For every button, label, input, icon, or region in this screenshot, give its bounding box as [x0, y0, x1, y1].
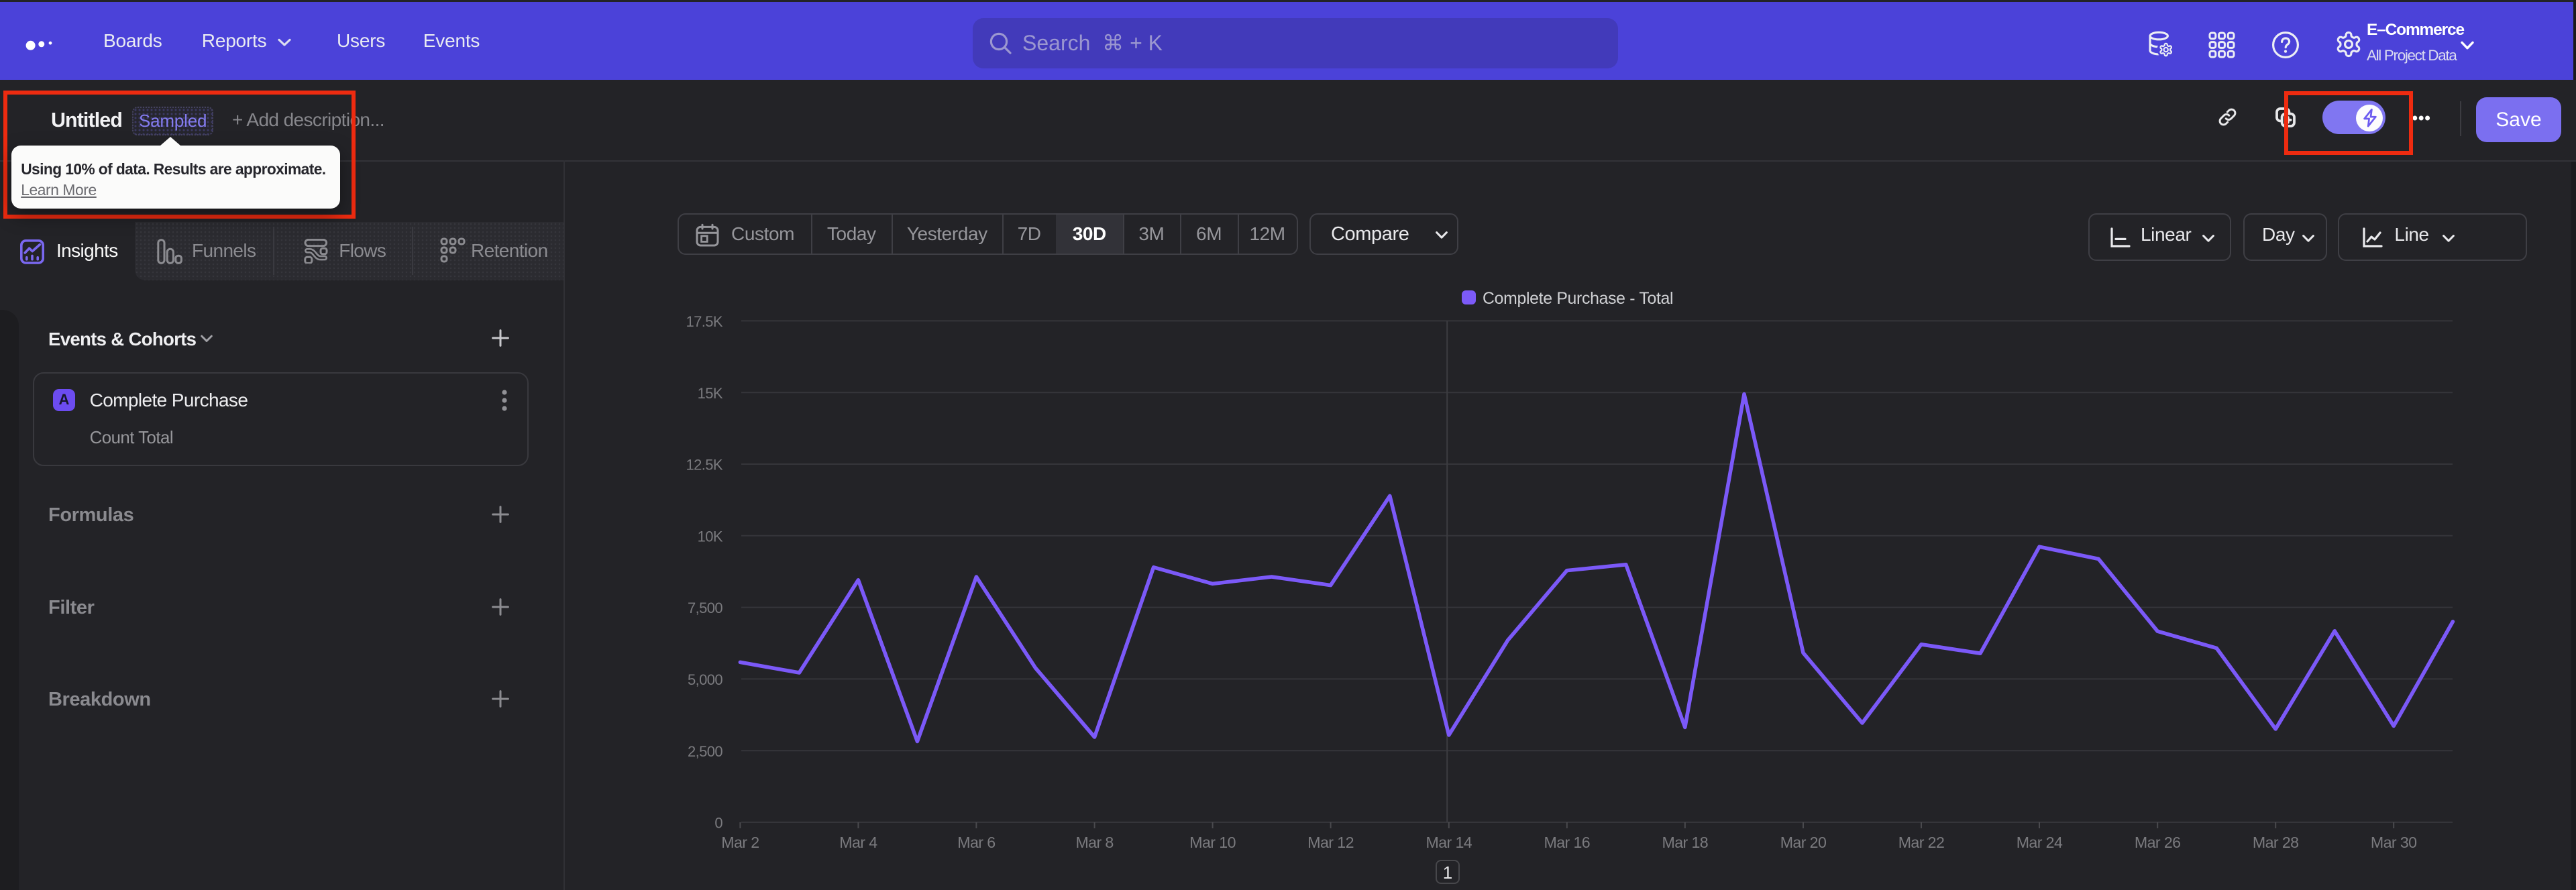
svg-text:Mar 2: Mar 2 [721, 834, 759, 851]
svg-text:15K: 15K [698, 385, 723, 402]
svg-text:Mar 28: Mar 28 [2253, 834, 2299, 851]
svg-text:Mar 4: Mar 4 [839, 834, 877, 851]
svg-text:Mar 6: Mar 6 [957, 834, 995, 851]
svg-text:Mar 16: Mar 16 [1544, 834, 1591, 851]
svg-text:7,500: 7,500 [688, 600, 722, 616]
svg-text:12.5K: 12.5K [686, 457, 723, 474]
svg-text:Mar 14: Mar 14 [1426, 834, 1472, 851]
svg-text:Mar 22: Mar 22 [1898, 834, 1945, 851]
svg-text:17.5K: 17.5K [686, 313, 723, 330]
svg-text:2,500: 2,500 [688, 743, 722, 760]
svg-text:0: 0 [714, 815, 722, 832]
svg-text:Mar 26: Mar 26 [2135, 834, 2181, 851]
svg-text:Mar 12: Mar 12 [1307, 834, 1354, 851]
svg-text:Mar 8: Mar 8 [1075, 834, 1113, 851]
svg-text:10K: 10K [698, 528, 723, 545]
svg-text:Mar 10: Mar 10 [1189, 834, 1236, 851]
svg-text:Mar 30: Mar 30 [2371, 834, 2417, 851]
svg-text:5,000: 5,000 [688, 671, 722, 688]
svg-text:Mar 18: Mar 18 [1662, 834, 1709, 851]
svg-text:Mar 24: Mar 24 [2017, 834, 2063, 851]
svg-text:Mar 20: Mar 20 [1780, 834, 1827, 851]
